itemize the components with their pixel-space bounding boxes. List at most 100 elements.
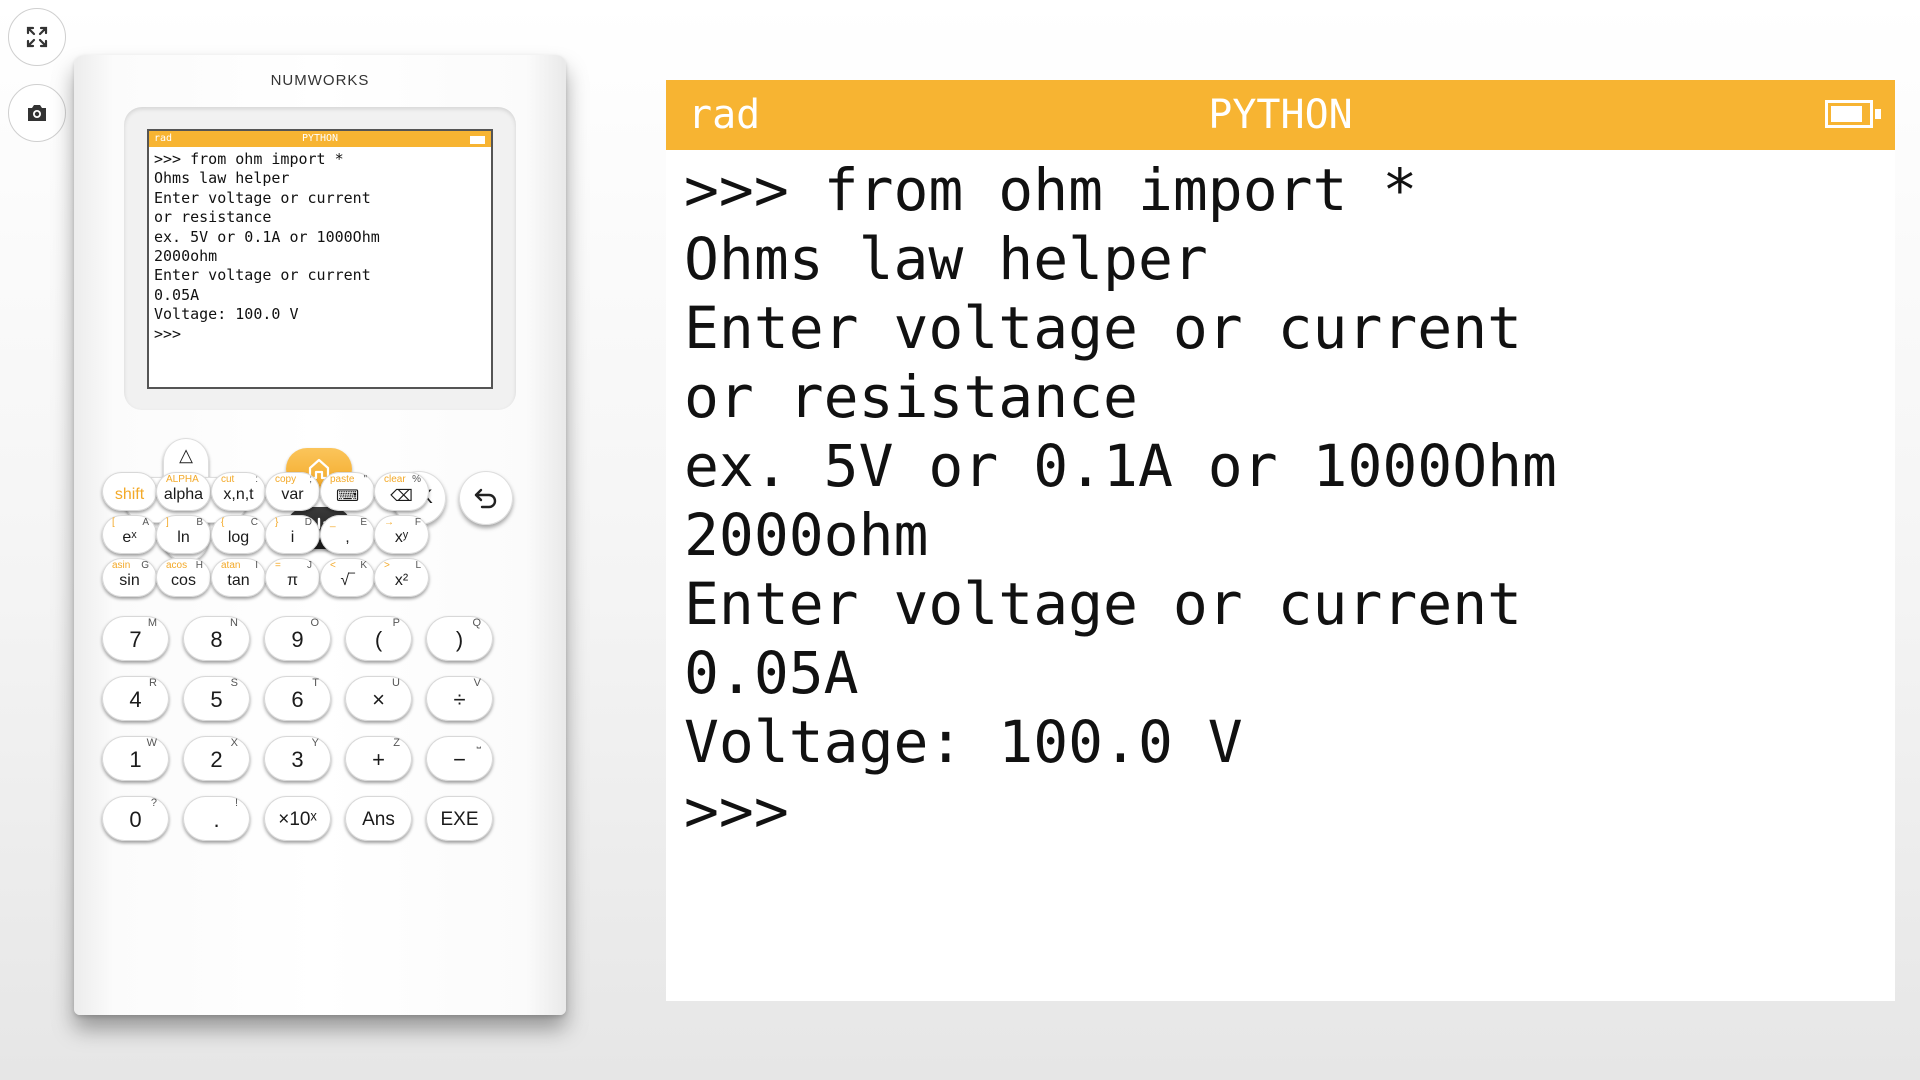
key-5[interactable]: S5 <box>183 676 250 721</box>
key-label: x² <box>394 572 409 589</box>
key-label: ÷ <box>453 687 466 712</box>
console-line: 0.05A <box>684 639 859 707</box>
key-alpha-label: I <box>255 560 258 571</box>
calculator-screen: rad PYTHON >>> from ohm import * Ohms law… <box>147 129 493 389</box>
key-label: 9 <box>291 627 304 652</box>
key-right-paren[interactable]: Q) <box>426 616 493 661</box>
key-multiply[interactable]: U × <box>345 676 412 721</box>
key-label: ( <box>374 627 383 652</box>
key-secondary-label: { <box>221 517 225 528</box>
key-xnt[interactable]: cut: x,n,t <box>211 472 266 511</box>
key-minus[interactable]: ⎵ − <box>426 736 493 781</box>
key-0[interactable]: ? 0 <box>102 796 169 841</box>
key-cos[interactable]: acos Hcos <box>156 558 211 597</box>
key-alpha[interactable]: ALPHA alpha <box>156 472 211 511</box>
console-line: ex. 5V or 0.1A or 1000Ohm <box>684 432 1557 500</box>
key-shift[interactable]: shift <box>102 472 157 511</box>
key-label: . <box>213 807 220 832</box>
key-label: ×10ˣ <box>278 809 317 830</box>
key-power[interactable]: → Fxʸ <box>374 515 429 554</box>
key-secondary-label: } <box>275 517 279 528</box>
key-7[interactable]: M7 <box>102 616 169 661</box>
key-secondary-label: → <box>384 517 394 528</box>
key-8[interactable]: N8 <box>183 616 250 661</box>
key-3[interactable]: Y3 <box>264 736 331 781</box>
key-6[interactable]: T6 <box>264 676 331 721</box>
mini-console-line: Voltage: 100.0 V <box>154 305 299 324</box>
key-9[interactable]: O9 <box>264 616 331 661</box>
key-label: cos <box>171 572 196 589</box>
back-button[interactable] <box>459 471 513 525</box>
console-line: Ohms law helper <box>684 225 1208 293</box>
mini-console-line: 2000ohm <box>154 247 218 266</box>
key-label: 0 <box>129 807 142 832</box>
key-square[interactable]: > Lx² <box>374 558 429 597</box>
key-comma[interactable]: _ E, <box>320 515 375 554</box>
key-label: ⌫ <box>390 488 413 505</box>
key-secondary-label: = <box>275 560 281 571</box>
mini-console-line: Enter voltage or current <box>154 188 371 207</box>
mini-console-line: Ohms law helper <box>154 169 290 188</box>
key-sqrt[interactable]: < K √‾ <box>320 558 375 597</box>
key-label: , <box>345 529 350 546</box>
key-tan[interactable]: atan Itan <box>211 558 266 597</box>
key-alpha-label: J <box>307 560 312 571</box>
key-alpha-label: F <box>414 517 421 528</box>
key-plus[interactable]: Z + <box>345 736 412 781</box>
key-ln[interactable]: ] Bln <box>156 515 211 554</box>
key-alpha-label: A <box>142 517 149 528</box>
key-ans[interactable]: Ans <box>345 796 412 841</box>
key-var[interactable]: copy; var <box>265 472 320 511</box>
key-2[interactable]: X2 <box>183 736 250 781</box>
key-toolbox[interactable]: paste " ⌨ <box>320 472 375 511</box>
key-imaginary[interactable]: } Di <box>265 515 320 554</box>
key-4[interactable]: R4 <box>102 676 169 721</box>
mini-app-title: PYTHON <box>301 133 339 144</box>
console-line: 2000ohm <box>684 501 929 569</box>
console-line: >>> <box>684 777 789 845</box>
key-1[interactable]: W1 <box>102 736 169 781</box>
up-arrow-key[interactable]: △ <box>171 440 201 470</box>
screenshot-button[interactable] <box>8 84 66 142</box>
key-label: 3 <box>291 747 304 772</box>
key-sin[interactable]: asin Gsin <box>102 558 157 597</box>
key-label: alpha <box>163 486 204 503</box>
key-divide[interactable]: V ÷ <box>426 676 493 721</box>
key-label: 1 <box>129 747 142 772</box>
key-alpha-label: : <box>255 474 258 485</box>
key-log[interactable]: {Clog <box>211 515 266 554</box>
key-secondary-label: clear <box>384 474 406 485</box>
camera-icon <box>28 105 46 121</box>
key-alpha-label: " <box>363 474 367 485</box>
console-line: or resistance <box>684 363 1138 431</box>
enlarged-screen: rad PYTHON >>> from ohm import * Ohms law… <box>666 80 1895 1001</box>
key-ee[interactable]: ×10ˣ <box>264 796 331 841</box>
key-label: 8 <box>210 627 223 652</box>
console-output: >>> from ohm import * Ohms law helper Ente… <box>684 156 1557 846</box>
mini-status-bar: rad PYTHON <box>149 131 491 147</box>
key-decimal[interactable]: !. <box>183 796 250 841</box>
console-line: Enter voltage or current <box>684 570 1523 638</box>
battery-icon <box>1825 100 1881 128</box>
key-secondary-label: paste <box>330 474 355 485</box>
key-label: eˣ <box>122 529 137 546</box>
key-backspace[interactable]: clear% ⌫ <box>374 472 429 511</box>
key-label: i <box>290 529 295 546</box>
key-alpha-label: % <box>412 474 421 485</box>
key-pi[interactable]: = Jπ <box>265 558 320 597</box>
key-label: ⌨ <box>335 488 360 505</box>
app-title: PYTHON <box>1208 92 1353 138</box>
key-exp[interactable]: [Aeˣ <box>102 515 157 554</box>
key-label: tan <box>227 572 250 589</box>
key-label: EXE <box>440 809 479 830</box>
key-left-paren[interactable]: P( <box>345 616 412 661</box>
mini-console-line: or resistance <box>154 208 272 227</box>
key-label: var <box>281 486 304 503</box>
key-exe[interactable]: EXE <box>426 796 493 841</box>
key-alpha-label: G <box>141 560 149 571</box>
mini-console-line: >>> from ohm import * <box>154 150 344 168</box>
key-alpha-label: E <box>360 517 367 528</box>
console-line: >>> from ohm import * <box>684 156 1418 224</box>
fullscreen-button[interactable] <box>8 8 66 66</box>
key-secondary-label: acos <box>166 560 188 571</box>
